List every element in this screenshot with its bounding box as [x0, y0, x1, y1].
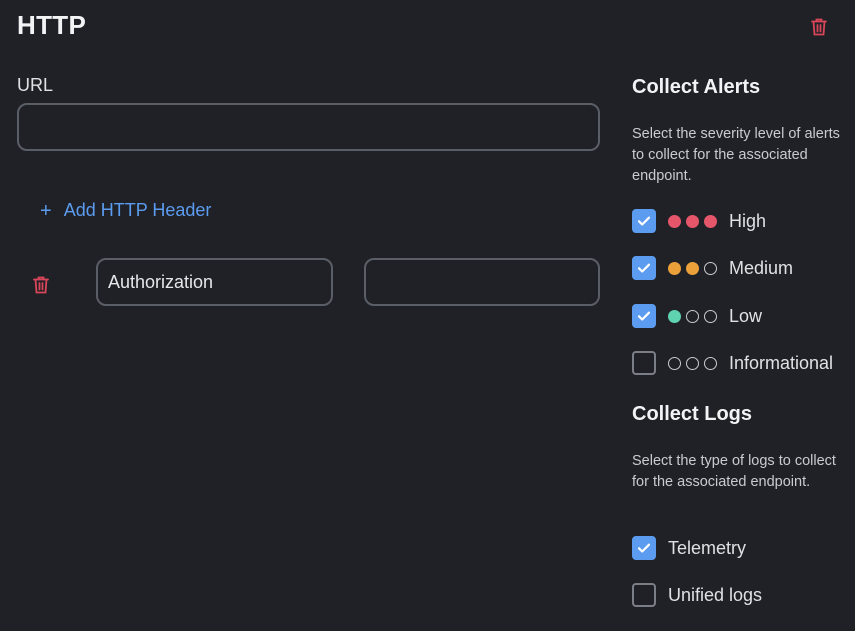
collect-logs-description: Select the type of logs to collect for t… — [632, 453, 836, 490]
alert-option-label: Medium — [729, 257, 794, 278]
filled-dot — [668, 309, 681, 323]
low-checkbox[interactable] — [632, 304, 656, 328]
log-option-telemetry[interactable]: Telemetry — [632, 536, 746, 560]
checkmark-icon — [636, 260, 652, 276]
filled-dot — [686, 214, 699, 228]
medium-checkbox[interactable] — [632, 256, 656, 280]
url-input[interactable] — [17, 103, 600, 151]
severity-dots-icon — [668, 214, 717, 228]
header-name-input[interactable] — [96, 258, 333, 306]
telemetry-checkbox[interactable] — [632, 536, 656, 560]
http-config-panel: HTTP URL + Add HTTP Header Collect Alert… — [0, 0, 855, 631]
hollow-dot — [668, 356, 681, 370]
alert-option-label: High — [729, 210, 767, 231]
hollow-dot — [704, 261, 717, 275]
collect-alerts-title: Collect Alerts — [632, 76, 761, 98]
alert-option-label: Informational — [729, 352, 834, 373]
alert-option-medium[interactable]: Medium — [632, 256, 793, 280]
hollow-dot — [686, 356, 699, 370]
add-http-header-label: Add HTTP Header — [63, 200, 212, 220]
header-value-input[interactable] — [364, 258, 600, 306]
severity-dots-icon — [668, 356, 717, 370]
page-title: HTTP — [17, 10, 87, 40]
checkmark-icon — [636, 540, 652, 556]
collect-alerts-description: Select the severity level of alerts to c… — [632, 126, 840, 184]
collect-logs-title: Collect Logs — [632, 403, 753, 425]
checkmark-icon — [636, 213, 652, 229]
add-http-header-button[interactable]: + Add HTTP Header — [40, 200, 211, 221]
alert-option-low[interactable]: Low — [632, 304, 762, 328]
log-option-unified-logs[interactable]: Unified logs — [632, 583, 762, 607]
hollow-dot — [704, 309, 717, 323]
log-option-label: Unified logs — [668, 584, 763, 605]
high-checkbox[interactable] — [632, 209, 656, 233]
log-option-label: Telemetry — [668, 537, 747, 558]
hollow-dot — [686, 309, 699, 323]
filled-dot — [704, 214, 717, 228]
alert-option-label: Low — [729, 305, 763, 326]
alert-option-informational[interactable]: Informational — [632, 351, 833, 375]
hollow-dot — [704, 356, 717, 370]
url-label: URL — [17, 75, 54, 95]
checkmark-icon — [636, 308, 652, 324]
delete-endpoint-trash-icon[interactable] — [808, 16, 830, 38]
severity-dots-icon — [668, 261, 717, 275]
filled-dot — [686, 261, 699, 275]
alert-option-high[interactable]: High — [632, 209, 766, 233]
unified-logs-checkbox[interactable] — [632, 583, 656, 607]
informational-checkbox[interactable] — [632, 351, 656, 375]
delete-header-trash-icon[interactable] — [30, 274, 52, 296]
severity-dots-icon — [668, 309, 717, 323]
filled-dot — [668, 261, 681, 275]
plus-icon: + — [40, 199, 52, 222]
filled-dot — [668, 214, 681, 228]
